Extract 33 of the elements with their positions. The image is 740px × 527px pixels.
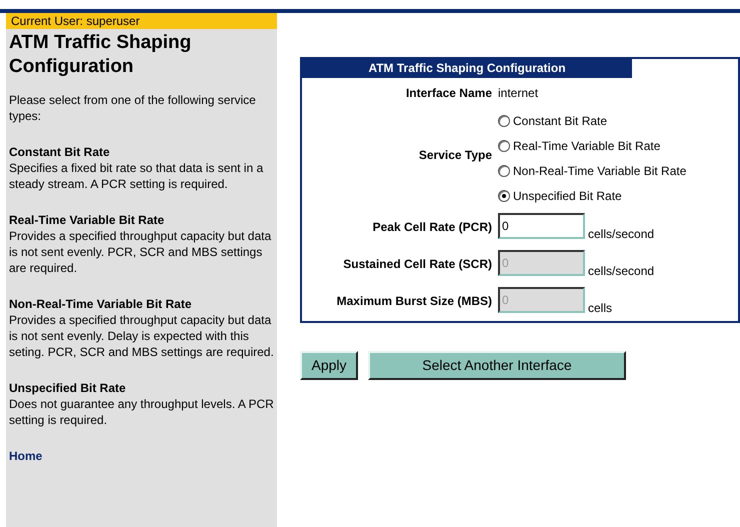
current-user-bar: Current User: superuser (6, 13, 277, 29)
section-heading: Constant Bit Rate (9, 144, 111, 160)
section-text: Provides a specified throughput capacity but data is not sent evenly. PCR, SCR and MBS settings are required. (9, 228, 272, 276)
home-link[interactable]: Home (9, 448, 42, 464)
interface-label: Interface Name (404, 85, 492, 102)
intro-text: Please select from one of the following service types: (9, 92, 257, 124)
page-title: ATM Traffic Shaping Configuration (9, 31, 192, 79)
section-text: Provides a specified throughput capacity but data is not sent evenly. Delay is expected with this seting. PCR, SCR and MBS settings are required. (9, 312, 274, 360)
service-type-label: Service Type (418, 147, 492, 164)
section-heading: Non-Real-Time Variable Bit Rate (9, 296, 192, 312)
field-label: Peak Cell Rate (PCR) (372, 218, 492, 236)
section-text: Specifies a fixed bit rate so that data is sent in a steady stream. A PCR setting is required. (9, 160, 264, 192)
field-label: Maximum Burst Size (MBS) (336, 292, 492, 310)
radio-button[interactable] (498, 164, 510, 176)
form-button[interactable]: Select Another Interface (368, 351, 626, 380)
radio-button[interactable] (498, 114, 510, 126)
radio-option[interactable]: Non-Real-Time Variable Bit Rate (498, 158, 738, 183)
panel-title: ATM Traffic Shaping Configuration (302, 59, 632, 78)
form-button[interactable]: Apply (300, 351, 358, 380)
radio-option[interactable]: Unspecified Bit Rate (498, 183, 738, 208)
radio-option[interactable]: Real-Time Variable Bit Rate (498, 133, 738, 158)
section-heading: Unspecified Bit Rate (9, 380, 127, 396)
interface-value: internet (498, 85, 540, 102)
number-field[interactable]: 0 (498, 213, 585, 239)
field-label: Sustained Cell Rate (SCR) (342, 256, 492, 272)
section-text: Does not guarantee any throughput levels. A PCR setting is required. (9, 396, 274, 428)
radio-button[interactable] (498, 140, 510, 152)
unit-text: cells (588, 300, 612, 317)
unit-text: cells/second (588, 263, 654, 280)
section-heading: Real-Time Variable Bit Rate (9, 212, 166, 228)
radio-option[interactable]: Constant Bit Rate (498, 108, 738, 133)
unit-text: cells/second (588, 226, 654, 243)
radio-button[interactable] (498, 190, 510, 202)
